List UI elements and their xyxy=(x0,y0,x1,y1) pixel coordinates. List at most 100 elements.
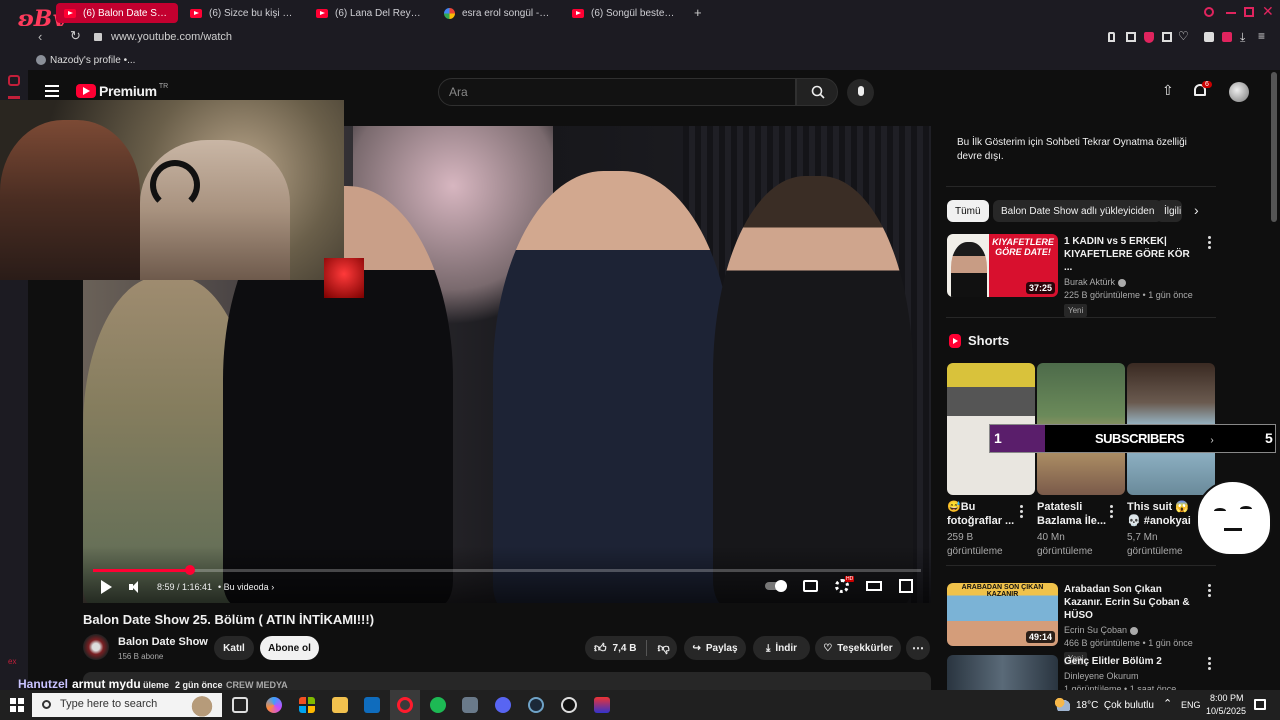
related-thumb-1[interactable]: KIYAFETLERE GÖRE DATE! 37:25 xyxy=(947,234,1058,297)
tab-sizce[interactable]: (6) Sizce bu kişi ne iş yap xyxy=(182,3,304,23)
progress-track[interactable] xyxy=(93,569,921,572)
shield-icon[interactable] xyxy=(1144,32,1154,43)
task-view-icon[interactable] xyxy=(232,697,248,713)
weather-text[interactable]: 18°C Çok bulutlu xyxy=(1076,700,1154,711)
short-title-3[interactable]: This suit 😱 💀 #anokyai xyxy=(1127,500,1203,528)
new-tab-button[interactable]: + xyxy=(694,5,702,20)
chips-next-icon[interactable]: › xyxy=(1194,202,1199,218)
search-input[interactable]: Ara xyxy=(438,78,796,106)
pin-icon[interactable] xyxy=(1108,32,1115,42)
tray-chevron-icon[interactable]: ⌃ xyxy=(1163,697,1172,710)
shorts-next-icon[interactable]: › xyxy=(1205,434,1219,448)
voice-search-button[interactable] xyxy=(847,79,874,106)
outlook-icon[interactable] xyxy=(364,697,380,713)
verified-icon xyxy=(1117,278,1126,287)
history-icon[interactable] xyxy=(8,96,20,99)
play-button[interactable] xyxy=(101,580,112,594)
more-actions-button[interactable]: ⋯ xyxy=(906,636,930,660)
tab-lana-del-rey[interactable]: (6) Lana Del Rey - Break l xyxy=(308,3,430,23)
obs-icon[interactable] xyxy=(561,697,577,713)
snapshot-icon[interactable] xyxy=(1126,32,1136,42)
tab-songul[interactable]: (6) Songül bestesini sevd xyxy=(564,3,686,23)
subtitles-icon[interactable] xyxy=(803,580,818,592)
related-title: Arabadan Son Çıkan Kazanır. Ecrin Su Çob… xyxy=(1064,584,1190,621)
tab-balon-date-show[interactable]: (6) Balon Date Show 25. B xyxy=(56,3,178,23)
spotify-icon[interactable] xyxy=(430,697,446,713)
related-thumb-2[interactable]: ARABADAN SON ÇIKAN KAZANIR 49:14 xyxy=(947,583,1058,646)
upload-icon[interactable]: ⇧ xyxy=(1162,82,1174,99)
join-button[interactable]: Katıl xyxy=(214,636,254,660)
short-more-icon-1[interactable] xyxy=(1020,505,1024,519)
progress-scrubber[interactable] xyxy=(185,565,195,575)
page-scrollbar[interactable] xyxy=(1271,72,1277,222)
channel-avatar[interactable] xyxy=(83,634,109,660)
related-more-icon[interactable] xyxy=(1208,584,1212,598)
dislike-button[interactable]: 👎︎ xyxy=(657,641,669,656)
menu-icon[interactable]: ≡ xyxy=(1258,29,1265,43)
copilot-icon[interactable] xyxy=(266,697,282,713)
related-thumb-3[interactable] xyxy=(947,655,1058,690)
minimize-icon[interactable] xyxy=(1226,12,1236,14)
hamburger-menu-icon[interactable] xyxy=(45,85,59,97)
file-explorer-icon[interactable] xyxy=(332,697,348,713)
clock-time[interactable]: 8:00 PM xyxy=(1210,693,1244,703)
chip-uploader[interactable]: Balon Date Show adlı yükleyiciden xyxy=(993,200,1163,222)
related-info-2[interactable]: Arabadan Son Çıkan Kazanır. Ecrin Su Çob… xyxy=(1064,583,1198,665)
translate-icon[interactable] xyxy=(1162,32,1172,42)
back-icon[interactable]: ‹ xyxy=(38,29,42,44)
search-button[interactable] xyxy=(796,78,838,106)
discord-icon[interactable] xyxy=(495,697,511,713)
fullscreen-icon[interactable] xyxy=(899,579,913,593)
bookmark-nazody[interactable]: Nazody's profile •... xyxy=(50,55,135,66)
related-info-1[interactable]: 1 KADIN vs 5 ERKEK| KIYAFETLERE GÖRE KÖR… xyxy=(1064,235,1198,317)
theater-mode-icon[interactable] xyxy=(866,581,882,591)
autoplay-toggle[interactable] xyxy=(765,580,787,592)
notification-center-icon[interactable] xyxy=(1254,699,1266,710)
short-title-1[interactable]: 😅Bu fotoğraflar ... xyxy=(947,500,1023,528)
address-bar: ‹ ↻ www.youtube.com/watch ♡ ⤓ ≡ xyxy=(0,26,1280,50)
chip-related[interactable]: İlgili xyxy=(1156,200,1182,222)
subscribe-button[interactable]: Abone ol xyxy=(260,636,319,660)
youtube-logo[interactable]: Premium TR xyxy=(76,83,168,99)
extensions-icon[interactable] xyxy=(1204,32,1214,42)
store-icon[interactable] xyxy=(299,697,315,713)
youtube-favicon-icon xyxy=(64,8,76,18)
video-person-3 xyxy=(493,171,733,603)
close-icon[interactable]: ✕ xyxy=(1262,3,1274,20)
messenger-icon[interactable] xyxy=(8,75,20,86)
url-field[interactable]: www.youtube.com/watch xyxy=(111,31,232,43)
app-icon[interactable] xyxy=(462,697,478,713)
chip-all[interactable]: Tümü xyxy=(947,200,989,222)
related-channel: Burak Aktürk xyxy=(1064,276,1198,289)
game-launcher-icon[interactable] xyxy=(594,697,610,713)
volume-icon[interactable] xyxy=(129,581,141,593)
headphones-icon xyxy=(150,160,200,210)
opera-taskbar-active[interactable] xyxy=(390,690,420,720)
opera-taskbar-icon xyxy=(397,697,413,713)
search-tabs-icon[interactable] xyxy=(1204,7,1214,17)
steam-icon[interactable] xyxy=(528,697,544,713)
language-indicator[interactable]: ENG xyxy=(1181,700,1201,710)
chapter-label[interactable]: • Bu videoda › xyxy=(218,582,274,592)
wallet-icon[interactable] xyxy=(1222,32,1232,42)
download-icon[interactable]: ⤓ xyxy=(1240,30,1245,45)
more-icon[interactable]: ex xyxy=(8,657,16,666)
like-button[interactable]: 👍︎ 7,4 B xyxy=(585,641,636,656)
maximize-icon[interactable] xyxy=(1244,7,1254,17)
description-date: 2 gün önce xyxy=(175,680,223,690)
reload-icon[interactable]: ↻ xyxy=(70,28,81,44)
avatar[interactable] xyxy=(1229,82,1249,102)
related-more-icon[interactable] xyxy=(1208,236,1212,250)
heart-icon[interactable]: ♡ xyxy=(1178,29,1189,43)
thanks-button[interactable]: ♡ Teşekkürler xyxy=(815,636,901,660)
clock-date[interactable]: 10/5/2025 xyxy=(1206,706,1246,716)
short-more-icon-2[interactable] xyxy=(1110,505,1114,519)
related-more-icon[interactable] xyxy=(1208,657,1212,671)
channel-name[interactable]: Balon Date Show xyxy=(118,636,208,648)
short-title-2[interactable]: Patatesli Bazlama İle... xyxy=(1037,500,1113,528)
windows-start-icon[interactable] xyxy=(10,698,24,712)
download-button[interactable]: ⤓ İndir xyxy=(753,636,810,660)
tab-google[interactable]: esra erol songül - Google xyxy=(436,3,558,23)
share-button[interactable]: ↪ Paylaş xyxy=(684,636,746,660)
google-favicon-icon xyxy=(444,7,455,19)
